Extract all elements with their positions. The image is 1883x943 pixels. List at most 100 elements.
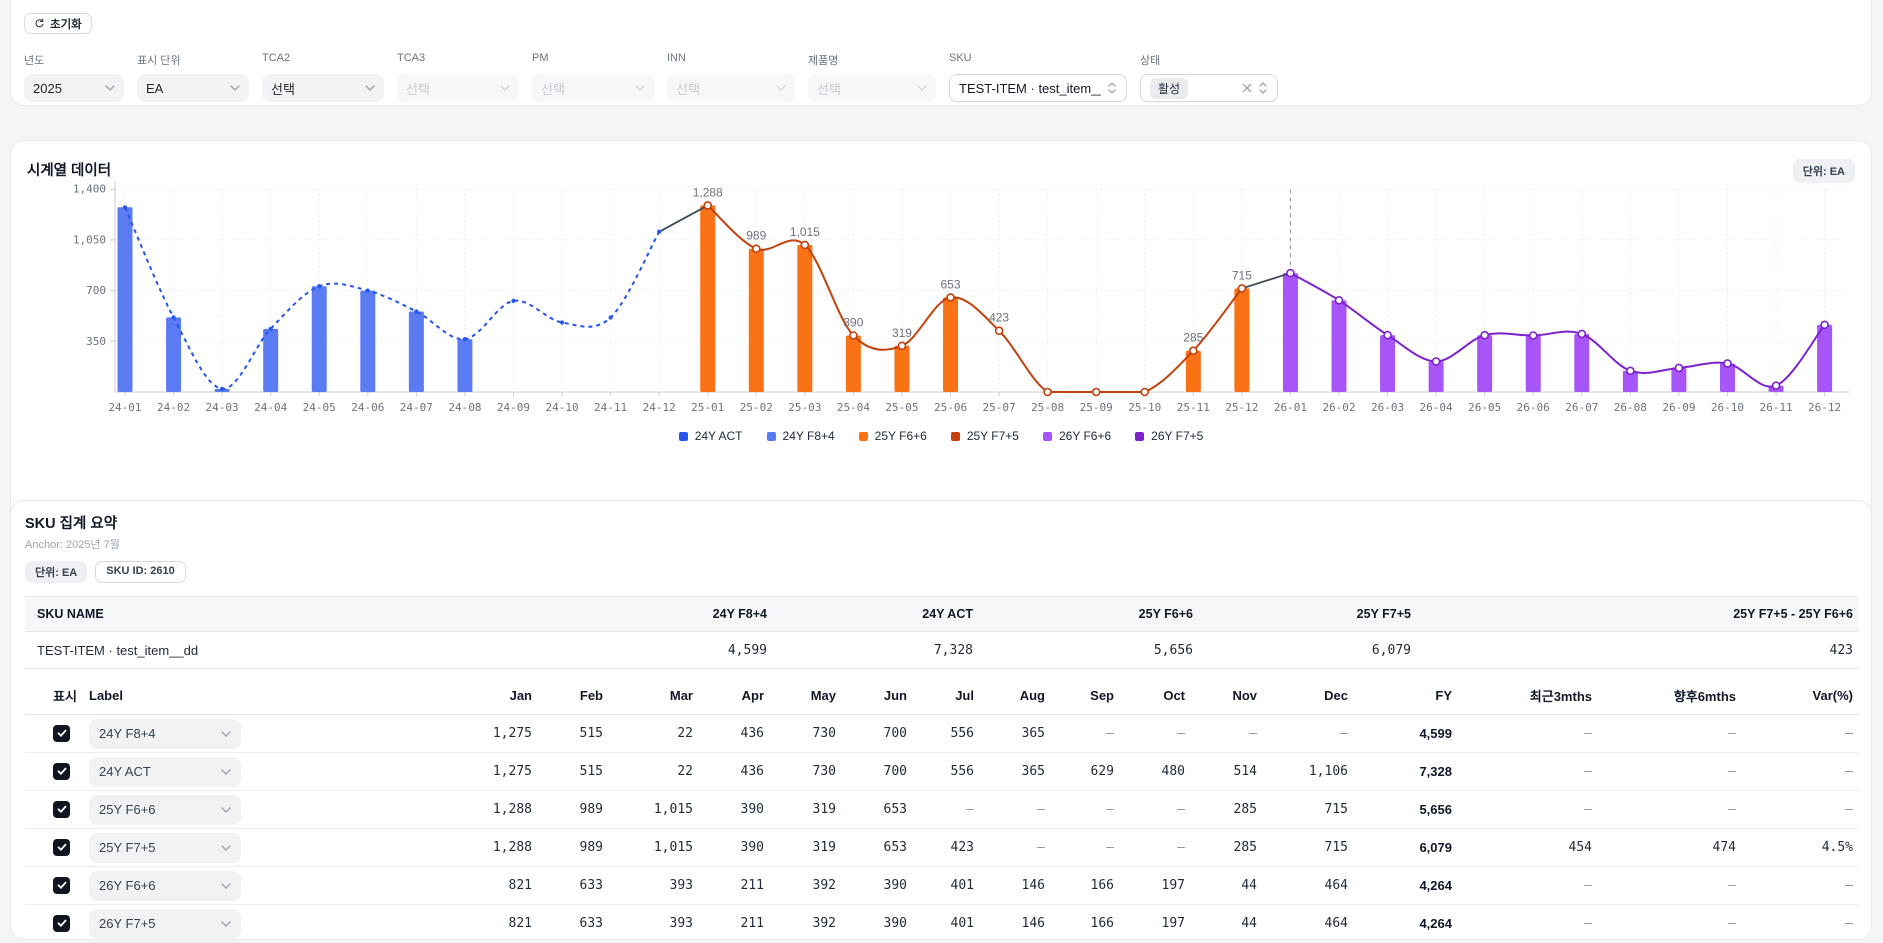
next6-cell: –: [1598, 905, 1742, 943]
select-value: 선택: [406, 79, 494, 98]
clear-icon[interactable]: [1242, 83, 1252, 93]
svg-text:700: 700: [86, 284, 106, 297]
series-row: 26Y F6+682163339321139239040114616619744…: [25, 867, 1859, 905]
reset-button[interactable]: 초기화: [24, 13, 92, 34]
filter-label: 년도: [24, 52, 124, 66]
select-value: 선택: [817, 79, 911, 98]
select-value: 선택: [271, 79, 359, 98]
var-cell: –: [1742, 753, 1859, 791]
svg-text:25-01: 25-01: [691, 401, 724, 414]
fy-value-cell: 7,328: [1354, 753, 1458, 791]
series-visibility-checkbox[interactable]: [53, 877, 70, 894]
filter-combobox[interactable]: TEST-ITEM · test_item__dd: [949, 74, 1127, 102]
chevron-down-icon: [221, 807, 231, 813]
svg-text:24-02: 24-02: [157, 401, 190, 414]
svg-text:26-06: 26-06: [1517, 401, 1550, 414]
totals-header-cell: 25Y F6+6: [979, 597, 1199, 632]
svg-text:285: 285: [1183, 331, 1203, 345]
detail-header-cell: 향후6mths: [1598, 677, 1742, 715]
fy-value-cell: 4,264: [1354, 905, 1458, 943]
filter-field: 년도 2025: [24, 52, 124, 102]
svg-text:715: 715: [1232, 268, 1252, 282]
series-visibility-checkbox[interactable]: [53, 763, 70, 780]
series-label-select[interactable]: 24Y ACT: [89, 757, 241, 787]
series-visibility-checkbox[interactable]: [53, 801, 70, 818]
recent3-cell: –: [1458, 791, 1598, 829]
series-row: 25Y F7+51,2889891,015390319653423–––2857…: [25, 829, 1859, 867]
legend-swatch: [767, 432, 776, 441]
filter-select[interactable]: EA: [137, 74, 249, 102]
month-value-cell: 211: [699, 905, 770, 943]
var-cell: –: [1742, 905, 1859, 943]
month-value-cell: 285: [1191, 829, 1263, 867]
series-row: 24Y ACT1,2755152243673070055636562948051…: [25, 753, 1859, 791]
month-value-cell: 390: [842, 905, 913, 943]
svg-text:24-03: 24-03: [206, 401, 239, 414]
month-value-cell: 730: [770, 715, 842, 753]
legend-label: 26Y F7+5: [1151, 429, 1203, 443]
month-value-cell: 821: [398, 905, 538, 943]
month-value-cell: 211: [699, 867, 770, 905]
combobox-value: TEST-ITEM · test_item__dd: [959, 81, 1101, 96]
detail-header-row: 표시LabelJanFebMarAprMayJunJulAugSepOctNov…: [25, 677, 1859, 715]
svg-text:25-08: 25-08: [1031, 401, 1064, 414]
chevron-down-icon: [105, 85, 115, 91]
svg-text:1,288: 1,288: [693, 185, 723, 199]
detail-header-cell: Oct: [1120, 677, 1191, 715]
series-label-select[interactable]: 25Y F7+5: [89, 833, 241, 863]
svg-text:350: 350: [86, 335, 106, 348]
legend-item: 24Y ACT: [679, 429, 743, 443]
select-value: EA: [146, 81, 224, 96]
month-value-cell: 1,015: [609, 791, 699, 829]
chevron-down-icon: [365, 85, 375, 91]
filter-label: 상태: [1140, 52, 1278, 66]
chevron-down-icon: [500, 85, 510, 91]
recent3-cell: 454: [1458, 829, 1598, 867]
month-value-cell: 393: [609, 905, 699, 943]
series-visibility-checkbox[interactable]: [53, 725, 70, 742]
recent3-cell: –: [1458, 753, 1598, 791]
detail-header-cell: Label: [83, 677, 398, 715]
series-row: 25Y F6+61,2889891,015390319653––––285715…: [25, 791, 1859, 829]
legend-label: 24Y ACT: [695, 429, 743, 443]
fy-value-cell: 4,264: [1354, 867, 1458, 905]
filter-select[interactable]: 2025: [24, 74, 124, 102]
var-cell: –: [1742, 715, 1859, 753]
month-value-cell: 22: [609, 715, 699, 753]
legend-label: 25Y F6+6: [875, 429, 927, 443]
svg-text:25-07: 25-07: [983, 401, 1016, 414]
svg-text:25-06: 25-06: [934, 401, 967, 414]
month-value-cell: 423: [913, 829, 980, 867]
month-value-cell: 197: [1120, 905, 1191, 943]
recent3-cell: –: [1458, 905, 1598, 943]
filter-select[interactable]: 선택: [262, 74, 384, 102]
filter-select: 선택: [397, 74, 519, 102]
month-value-cell: 515: [538, 753, 609, 791]
series-label-select[interactable]: 26Y F6+6: [89, 871, 241, 901]
month-value-cell: 715: [1263, 829, 1354, 867]
month-value-cell: –: [913, 791, 980, 829]
legend-label: 24Y F8+4: [783, 429, 835, 443]
svg-text:25-02: 25-02: [740, 401, 773, 414]
totals-value-cell: 7,328: [773, 632, 979, 669]
svg-text:24-01: 24-01: [108, 401, 141, 414]
totals-header-cell: 24Y F8+4: [585, 597, 773, 632]
var-cell: –: [1742, 791, 1859, 829]
series-visibility-checkbox[interactable]: [53, 915, 70, 932]
series-visibility-checkbox[interactable]: [53, 839, 70, 856]
sku-name-cell: TEST-ITEM · test_item__dd: [25, 632, 585, 669]
svg-text:26-02: 26-02: [1322, 401, 1355, 414]
next6-cell: –: [1598, 791, 1742, 829]
series-label-select[interactable]: 26Y F7+5: [89, 909, 241, 939]
series-label: 24Y F8+4: [99, 726, 156, 741]
svg-text:26-04: 26-04: [1420, 401, 1453, 414]
filter-label: 표시 단위: [137, 52, 249, 66]
chart-legend: 24Y ACT24Y F8+425Y F6+625Y F7+526Y F6+62…: [11, 429, 1871, 443]
month-value-cell: 480: [1120, 753, 1191, 791]
series-label-select[interactable]: 24Y F8+4: [89, 719, 241, 749]
month-value-cell: 319: [770, 791, 842, 829]
series-label-select[interactable]: 25Y F6+6: [89, 795, 241, 825]
month-value-cell: 730: [770, 753, 842, 791]
filter-combobox[interactable]: 활성: [1140, 74, 1278, 102]
legend-item: 24Y F8+4: [767, 429, 835, 443]
